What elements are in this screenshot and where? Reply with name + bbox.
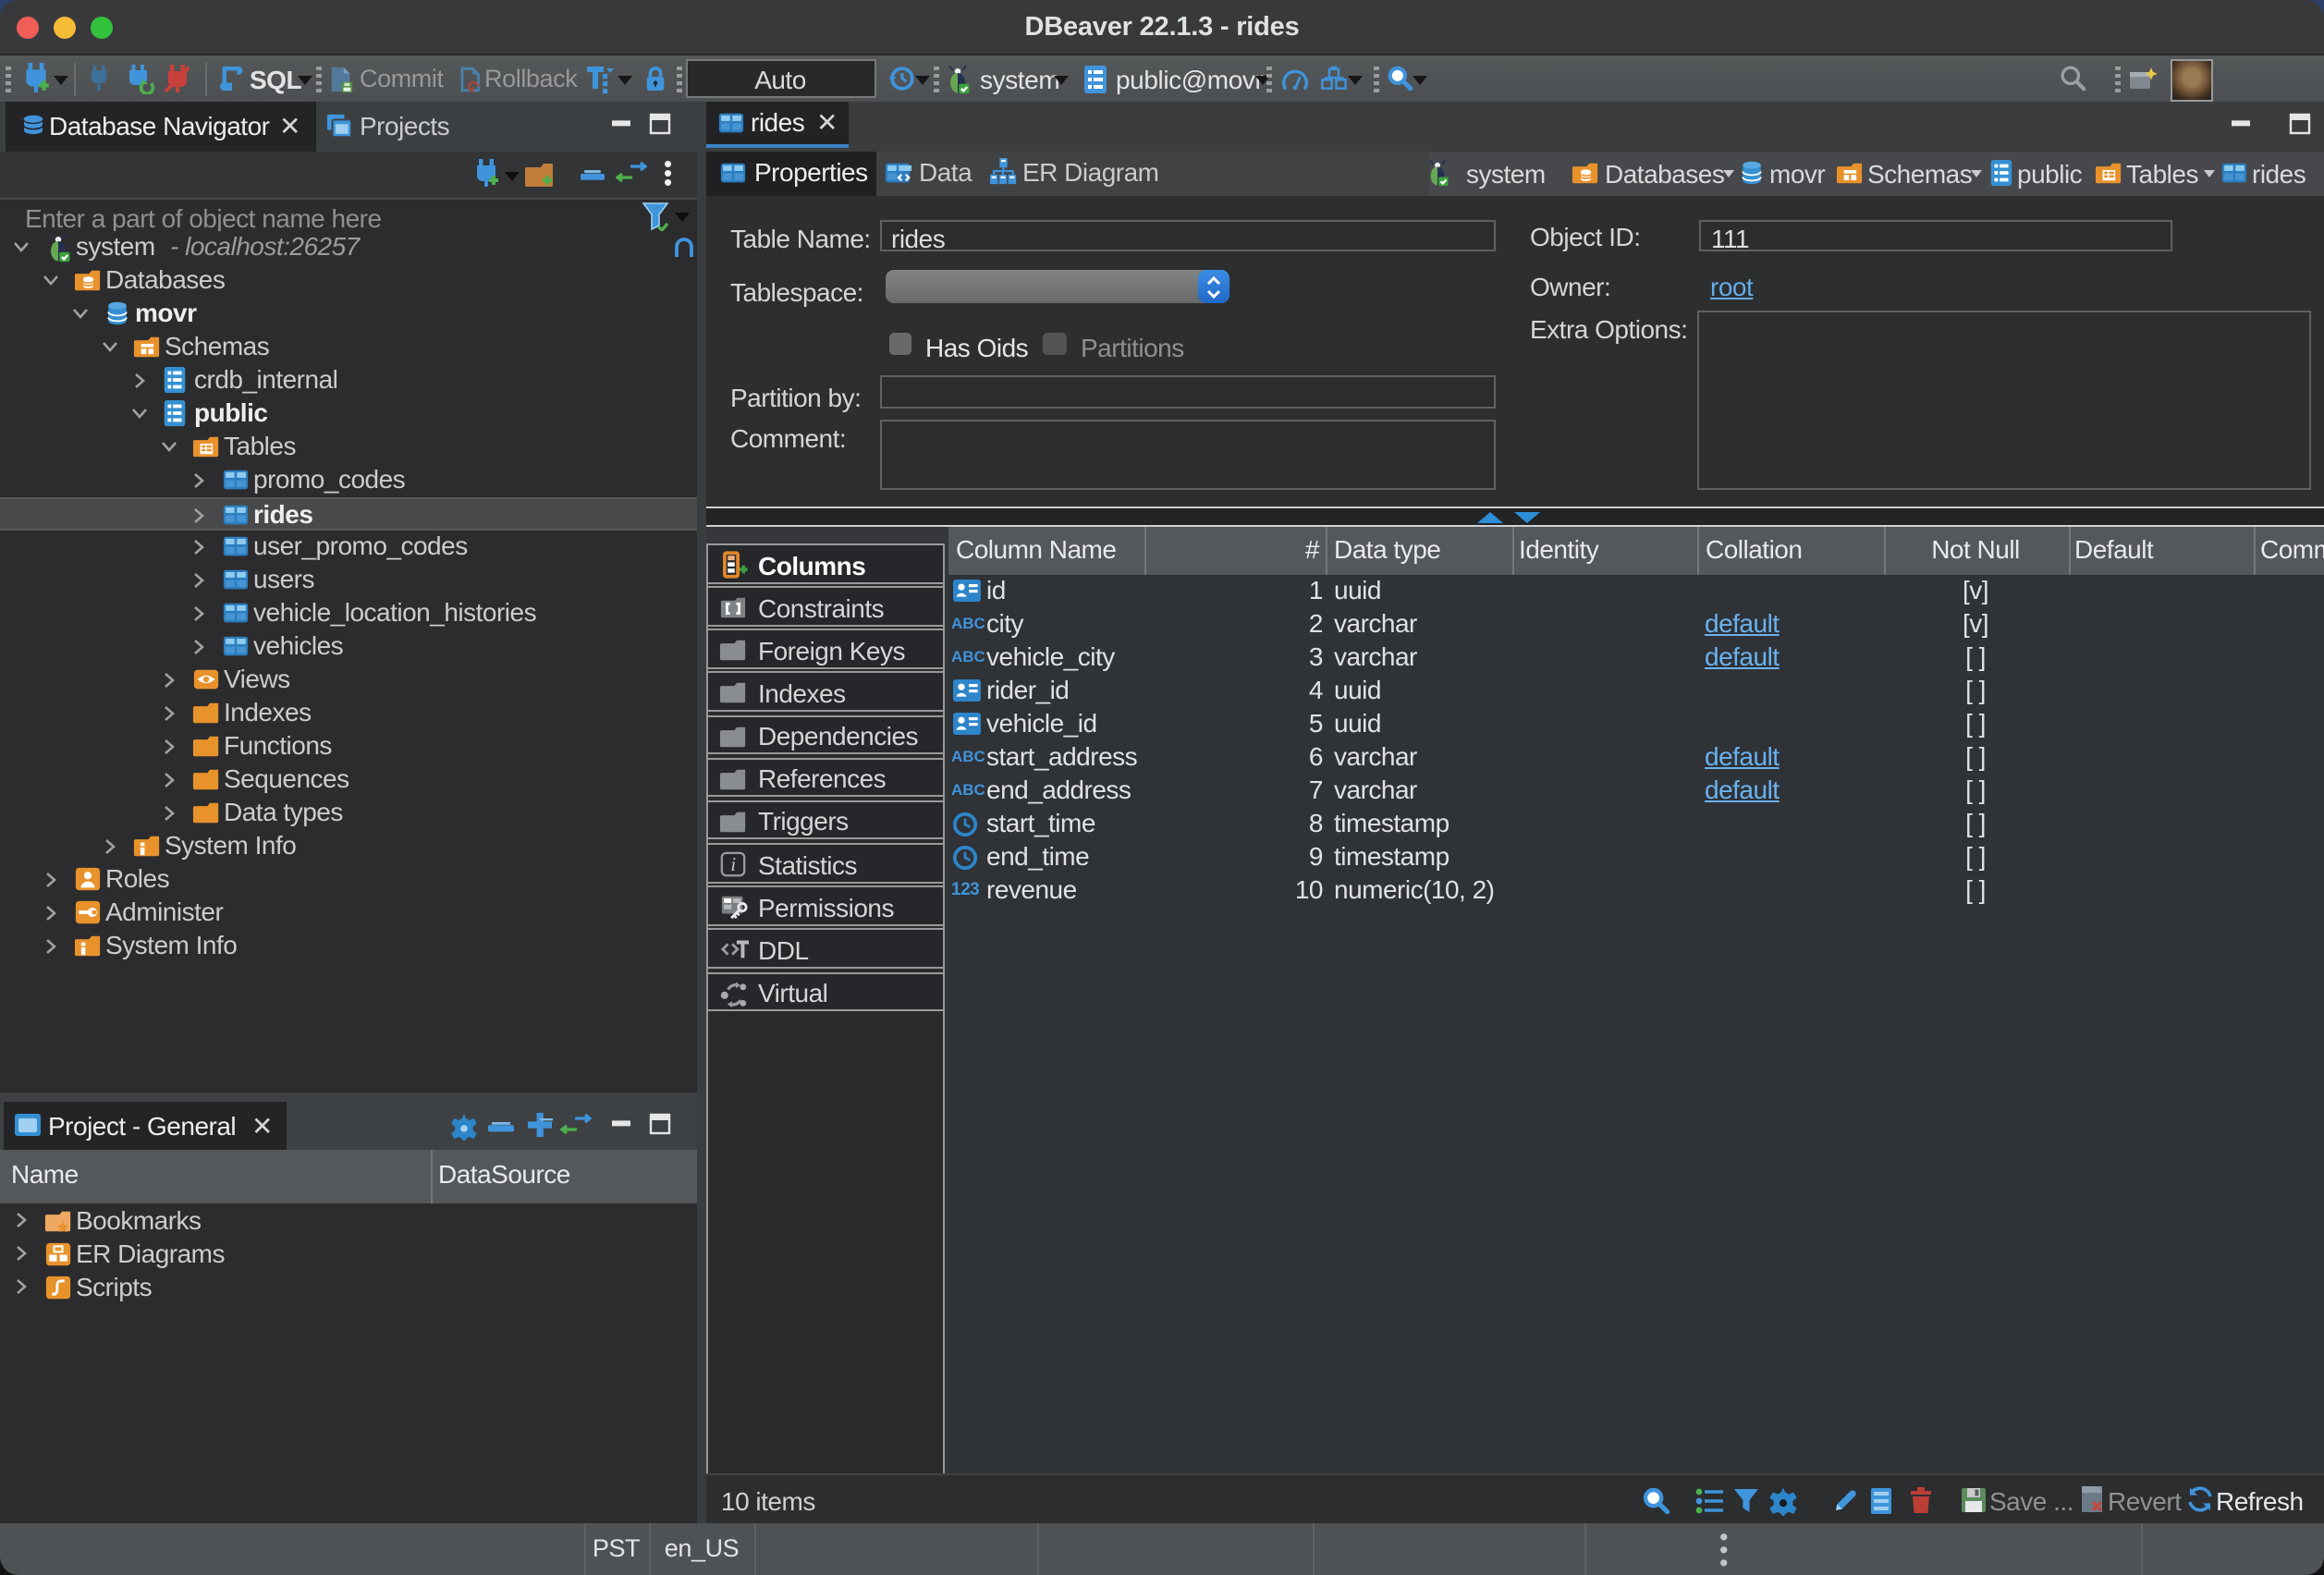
svg-text:i: i bbox=[730, 855, 736, 875]
